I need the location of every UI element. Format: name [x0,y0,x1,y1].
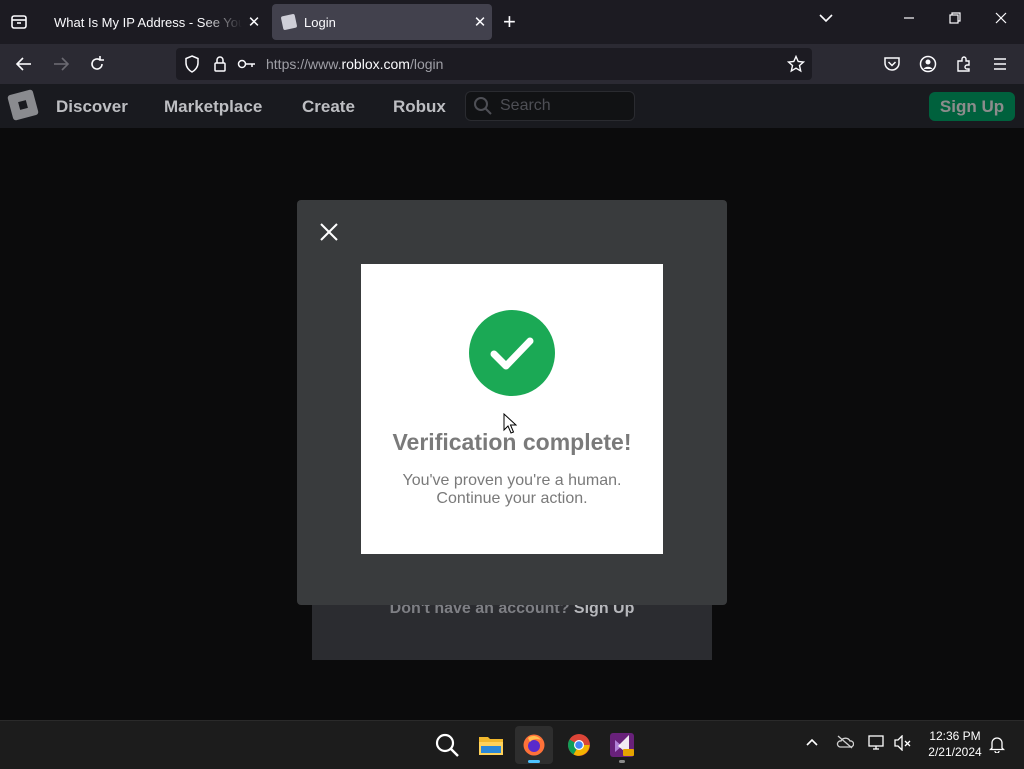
verification-line-1: You've proven you're a human. [402,472,622,489]
close-icon[interactable] [318,221,340,243]
address-bar[interactable]: https://www.roblox.com/login [176,48,812,80]
nav-robux[interactable]: Robux [393,97,446,117]
visual-studio-preview-icon[interactable] [603,726,641,764]
volume-muted-icon[interactable] [894,734,912,754]
tab-login[interactable]: Login ✕ [272,4,492,40]
url-path: /login [409,56,444,72]
tab-whatismyip[interactable]: What Is My IP Address - See Your Public … [44,4,266,40]
chevron-up-icon[interactable] [805,735,819,752]
back-icon[interactable] [13,54,35,74]
notification-bell-icon[interactable] [988,735,1006,756]
signup-button[interactable]: Sign Up [929,92,1015,121]
search-icon [474,97,492,115]
url-text[interactable]: https://www.roblox.com/login [266,56,443,72]
tab-list-icon[interactable] [8,12,30,32]
key-icon[interactable] [236,54,258,74]
success-check-icon [469,310,555,396]
bookmark-star-icon[interactable] [785,54,807,74]
roblox-favicon-icon [280,13,298,31]
tab-title: Login [304,14,336,30]
forward-icon[interactable] [50,54,72,74]
verification-line-2: Continue your action. [436,490,588,507]
url-prefix: https://www. [266,56,342,72]
nav-create[interactable]: Create [302,97,355,117]
running-indicator [619,760,625,763]
firefox-icon[interactable] [515,726,553,764]
system-clock[interactable]: 12:36 PM 2/21/2024 [920,728,990,760]
reload-icon[interactable] [86,54,108,74]
active-indicator [528,760,540,763]
close-icon[interactable]: ✕ [468,13,492,31]
shield-icon[interactable] [181,54,203,74]
onedrive-icon[interactable] [836,735,855,752]
clock-date: 2/21/2024 [928,745,982,759]
lock-icon[interactable] [209,54,231,74]
close-icon[interactable]: ✕ [242,13,266,31]
captcha-panel: Verification complete! You've proven you… [361,264,663,554]
nav-marketplace[interactable]: Marketplace [164,97,262,117]
file-explorer-icon[interactable] [472,726,510,764]
menu-icon[interactable] [989,54,1011,74]
verification-modal: Verification complete! You've proven you… [297,200,727,605]
window-close-icon[interactable] [994,10,1008,31]
network-icon[interactable] [868,735,886,754]
verification-message: You've proven you're a human. Continue y… [361,472,663,508]
account-icon[interactable] [917,54,939,74]
search-input[interactable]: Search [465,91,635,121]
restore-icon[interactable] [948,10,962,31]
tab-title: What Is My IP Address - See Your Public … [54,14,242,30]
chrome-icon[interactable] [560,726,598,764]
search-placeholder: Search [500,97,551,114]
tab-strip: What Is My IP Address - See Your Public … [0,0,1024,44]
minimize-icon[interactable] [902,10,916,31]
new-tab-button[interactable]: + [503,11,516,33]
pocket-icon[interactable] [881,54,903,74]
roblox-logo-icon[interactable] [7,89,39,121]
list-all-tabs-icon[interactable] [818,10,834,31]
mouse-pointer-icon [503,413,517,434]
search-icon[interactable] [428,726,466,764]
roblox-header: Discover Marketplace Create Robux Search… [0,84,1024,128]
windows-taskbar: 12:36 PM 2/21/2024 [0,720,1024,769]
nav-discover[interactable]: Discover [56,97,128,117]
clock-time: 12:36 PM [929,729,981,743]
extensions-icon[interactable] [953,54,975,74]
url-domain: roblox.com [341,56,410,72]
navigation-toolbar: https://www.roblox.com/login [0,44,1024,84]
